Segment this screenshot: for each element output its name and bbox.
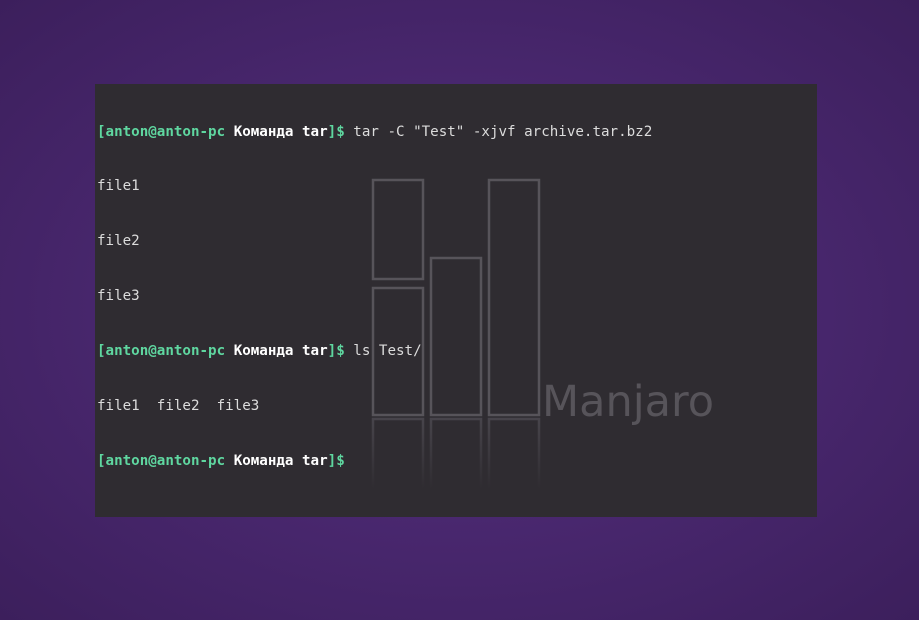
- output-line: file3: [97, 288, 140, 305]
- output-line: file1 file2 file3: [97, 398, 260, 415]
- terminal-line: [anton@anton-pc Команда tar]$ tar -C "Te…: [97, 123, 652, 141]
- prompt-dir: Команда tar: [233, 123, 328, 140]
- prompt-user: anton@anton-pc: [105, 343, 226, 360]
- terminal-line: [anton@anton-pc Команда tar]$ ls Test/: [97, 342, 652, 360]
- prompt-user: anton@anton-pc: [105, 452, 226, 469]
- prompt-dir: Команда tar: [233, 452, 328, 469]
- output-line: file2: [97, 233, 140, 250]
- prompt-close: ]$: [327, 452, 345, 469]
- prompt-dir: Команда tar: [233, 343, 328, 360]
- output-line: file1: [97, 178, 140, 195]
- terminal-window[interactable]: Manjaro [anton@anton-pc Команда tar]$ ta…: [95, 84, 817, 517]
- terminal-output[interactable]: [anton@anton-pc Команда tar]$ tar -C "Te…: [97, 86, 652, 507]
- prompt-open: [: [97, 452, 106, 469]
- prompt-close: ]$: [327, 123, 345, 140]
- prompt-close: ]$: [327, 343, 345, 360]
- terminal-line[interactable]: [anton@anton-pc Команда tar]$: [97, 452, 652, 470]
- command-text: tar -C "Test" -xjvf archive.tar.bz2: [344, 123, 653, 140]
- prompt-user: anton@anton-pc: [105, 123, 226, 140]
- command-text: ls Test/: [344, 343, 422, 360]
- prompt-open: [: [97, 343, 106, 360]
- prompt-open: [: [97, 123, 106, 140]
